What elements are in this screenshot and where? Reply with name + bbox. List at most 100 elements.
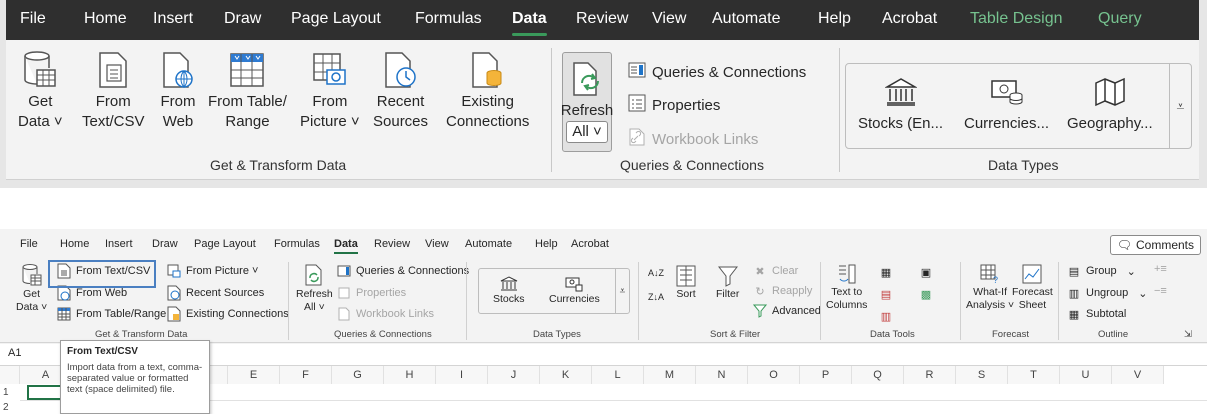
sort-ascending-button[interactable]: A↓Z [648, 268, 664, 278]
workbook-links-button-small[interactable]: Workbook Links [336, 306, 434, 322]
tab-page-layout[interactable]: Page Layout [291, 9, 381, 29]
tab-acrobat[interactable]: Acrobat [882, 9, 937, 29]
recent-sources-button-small[interactable]: Recent Sources [166, 285, 264, 301]
column-header[interactable]: S [956, 366, 1008, 384]
column-header[interactable]: L [592, 366, 644, 384]
column-header[interactable]: I [436, 366, 488, 384]
select-all-corner[interactable] [0, 366, 20, 384]
tab-view-small[interactable]: View [425, 238, 449, 250]
tab-file[interactable]: File [20, 9, 46, 29]
show-detail-button[interactable]: +≡ [1154, 263, 1167, 275]
tab-draw-small[interactable]: Draw [152, 238, 178, 250]
subtotal-button[interactable]: ▦ Subtotal [1066, 306, 1127, 322]
sort-descending-button[interactable]: Z↓A [648, 292, 664, 302]
tab-acrobat-small[interactable]: Acrobat [571, 238, 609, 250]
data-validation-button[interactable]: ▥ [878, 308, 894, 324]
what-if-analysis-button[interactable]: ? What-If Analysis ˅ [966, 262, 1014, 312]
column-header[interactable]: U [1060, 366, 1112, 384]
workbook-links-button[interactable]: Workbook Links [628, 128, 758, 150]
stocks-button-small[interactable]: Stocks [493, 275, 525, 306]
tab-view[interactable]: View [652, 9, 686, 29]
tab-data[interactable]: Data [512, 9, 547, 36]
column-header[interactable]: Q [852, 366, 904, 384]
column-header[interactable]: M [644, 366, 696, 384]
column-header[interactable]: E [228, 366, 280, 384]
properties-button-small[interactable]: Properties [336, 285, 406, 301]
hide-detail-button[interactable]: −≡ [1154, 285, 1167, 297]
recent-sources-button[interactable]: Recent Sources [373, 48, 428, 132]
row-header[interactable]: 2 [0, 402, 20, 413]
tab-insert-small[interactable]: Insert [105, 238, 133, 250]
data-types-more-button-small[interactable]: ⩡ [615, 269, 629, 313]
tab-help-small[interactable]: Help [535, 238, 558, 250]
relationships-button[interactable]: ▣ [918, 264, 934, 280]
tab-review[interactable]: Review [576, 9, 628, 29]
tab-home-small[interactable]: Home [60, 238, 89, 250]
queries-connections-button-small[interactable]: Queries & Connections [336, 263, 469, 279]
remove-duplicates-button[interactable]: ▤ [878, 286, 894, 302]
column-header[interactable]: V [1112, 366, 1164, 384]
table-icon [56, 306, 72, 322]
currencies-button-small[interactable]: Currencies [549, 275, 600, 306]
column-header[interactable]: P [800, 366, 852, 384]
queries-connections-button[interactable]: Queries & Connections [628, 62, 806, 82]
from-web-button[interactable]: From Web [158, 48, 198, 132]
tab-query[interactable]: Query [1098, 9, 1142, 29]
column-header[interactable]: H [384, 366, 436, 384]
filter-button[interactable]: Filter [716, 264, 739, 301]
refresh-all-button-small[interactable]: Refresh All ˅ [296, 262, 333, 314]
row-header[interactable]: 1 [0, 387, 20, 398]
advanced-filter-button[interactable]: Advanced [752, 303, 821, 319]
data-model-button[interactable]: ▩ [918, 286, 934, 302]
tab-formulas[interactable]: Formulas [415, 9, 482, 29]
column-header[interactable]: N [696, 366, 748, 384]
tab-file-small[interactable]: File [20, 238, 38, 250]
tab-page-layout-small[interactable]: Page Layout [194, 238, 256, 250]
refresh-all-label-2[interactable]: All ˅ [566, 121, 608, 143]
tab-data-small[interactable]: Data [334, 238, 358, 254]
reapply-button[interactable]: ↻ Reapply [752, 283, 812, 299]
comments-button[interactable]: 🗨 Comments [1109, 235, 1201, 255]
tab-table-design[interactable]: Table Design [970, 9, 1063, 29]
existing-connections-button-small[interactable]: Existing Connections [166, 306, 289, 322]
tab-automate-small[interactable]: Automate [465, 238, 512, 250]
tab-insert[interactable]: Insert [153, 9, 193, 29]
currencies-button[interactable]: Currencies... [964, 70, 1049, 134]
name-box[interactable]: A1 [8, 347, 21, 359]
forecast-sheet-button[interactable]: Forecast Sheet [1012, 262, 1053, 312]
stocks-button[interactable]: Stocks (En... [858, 70, 943, 134]
column-header[interactable]: O [748, 366, 800, 384]
column-header[interactable]: G [332, 366, 384, 384]
from-picture-button[interactable]: From Picture ˅ [300, 48, 360, 132]
forecast-chart-icon [1021, 262, 1043, 286]
get-data-button-small[interactable]: Get Data ˅ [16, 262, 47, 314]
tab-review-small[interactable]: Review [374, 238, 410, 250]
get-data-button[interactable]: Get Data ˅ [18, 48, 63, 132]
tab-help[interactable]: Help [818, 9, 851, 29]
dialog-launcher-icon[interactable]: ⇲ [1184, 329, 1192, 340]
text-to-columns-button[interactable]: Text to Columns [826, 262, 867, 312]
from-table-range-button[interactable]: From Table/ Range [208, 48, 287, 132]
existing-connections-button[interactable]: Existing Connections [446, 48, 529, 132]
column-header[interactable]: R [904, 366, 956, 384]
tab-formulas-small[interactable]: Formulas [274, 238, 320, 250]
data-types-more-button[interactable]: ⩡ [1169, 64, 1191, 148]
from-table-range-button-small[interactable]: From Table/Range [56, 306, 166, 322]
ungroup-button[interactable]: ▥ Ungroup ⌄ [1066, 285, 1148, 301]
geography-button[interactable]: Geography... [1067, 70, 1153, 134]
refresh-all-button[interactable]: Refresh All ˅ [561, 52, 613, 152]
tab-home[interactable]: Home [84, 9, 127, 29]
from-text-csv-button[interactable]: From Text/CSV [82, 48, 145, 132]
column-header[interactable]: J [488, 366, 540, 384]
tab-draw[interactable]: Draw [224, 9, 261, 29]
column-header[interactable]: T [1008, 366, 1060, 384]
flash-fill-button[interactable]: ▦ [878, 264, 894, 280]
group-button[interactable]: ▤ Group ⌄ [1066, 263, 1136, 279]
clear-button[interactable]: ✖ Clear [752, 263, 798, 279]
column-header[interactable]: F [280, 366, 332, 384]
column-header[interactable]: K [540, 366, 592, 384]
sort-button[interactable]: Sort [676, 264, 696, 301]
tab-automate[interactable]: Automate [712, 9, 780, 29]
properties-button[interactable]: Properties [628, 94, 720, 116]
from-picture-button-small[interactable]: From Picture ˅ [166, 263, 258, 279]
